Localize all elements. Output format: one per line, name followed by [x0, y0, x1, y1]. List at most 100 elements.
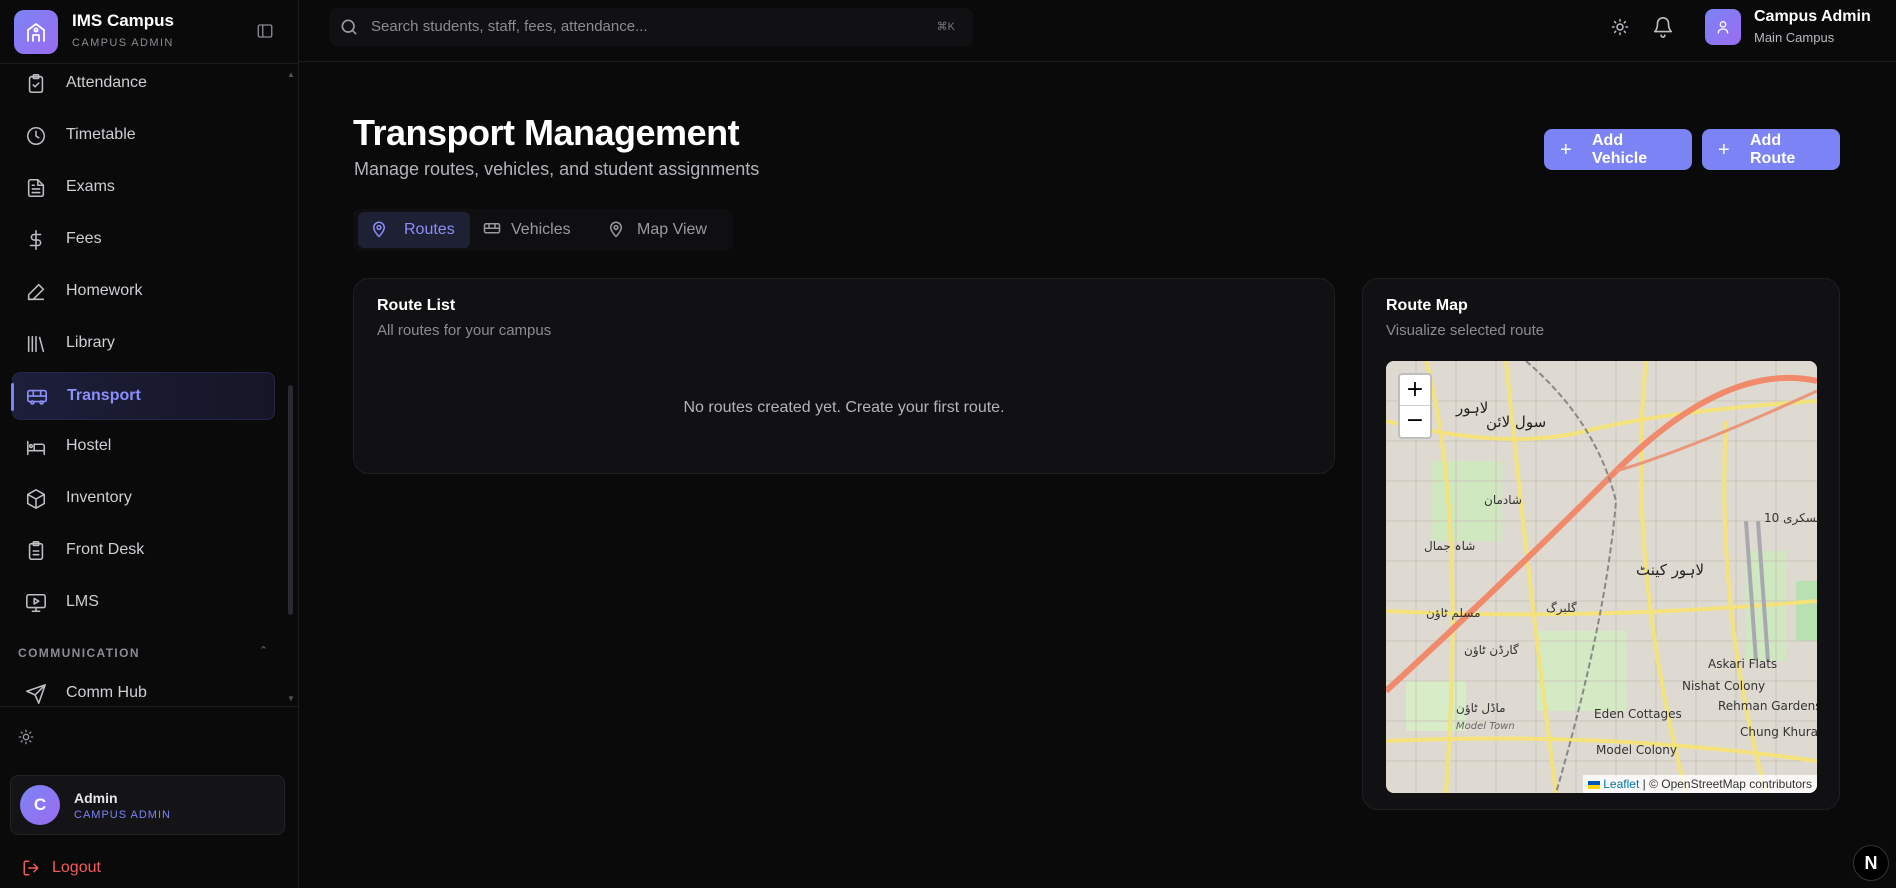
sidebar-item-label: Homework — [66, 282, 143, 299]
pen-icon — [24, 280, 48, 304]
plus-icon: + — [1718, 139, 1730, 161]
bell-icon[interactable] — [1650, 14, 1676, 40]
sidebar-item-lms[interactable]: LMS — [12, 579, 275, 627]
sidebar-item-homework[interactable]: Homework — [12, 268, 275, 316]
sidebar: IMS Campus CAMPUS ADMIN Attendance Timet… — [0, 0, 299, 888]
map-label: لاہور کینٹ — [1636, 561, 1705, 579]
clipboard-check-icon — [24, 72, 48, 96]
scroll-down-arrow[interactable]: ▼ — [287, 694, 295, 703]
tab-label: Vehicles — [511, 221, 571, 238]
osm-attribution: | © OpenStreetMap contributors — [1642, 777, 1812, 791]
sidebar-item-label: Exams — [66, 178, 115, 195]
user-avatar-icon[interactable] — [1705, 9, 1741, 45]
sun-icon[interactable] — [18, 729, 36, 747]
map-zoom-control: + − — [1398, 373, 1432, 439]
app-root: IMS Campus CAMPUS ADMIN Attendance Timet… — [0, 0, 1896, 888]
add-route-button[interactable]: + Add Route — [1702, 129, 1840, 170]
sidebar-collapse-icon[interactable] — [254, 20, 276, 42]
sidebar-item-front-desk[interactable]: Front Desk — [12, 527, 275, 575]
map-pin-icon — [607, 220, 625, 238]
sidebar-item-label: Attendance — [66, 74, 147, 91]
logout-button[interactable]: Logout — [22, 859, 101, 877]
card-subtitle: Visualize selected route — [1386, 322, 1545, 339]
card-title: Route Map — [1386, 297, 1468, 314]
sidebar-item-label: Front Desk — [66, 541, 145, 558]
sidebar-item-label: Comm Hub — [66, 684, 147, 701]
tab-vehicles[interactable]: Vehicles — [471, 212, 583, 248]
sidebar-item-label: Fees — [66, 230, 102, 247]
user-card[interactable]: C Admin CAMPUS ADMIN — [10, 775, 285, 835]
tab-routes[interactable]: Routes — [358, 212, 470, 248]
map-label: Model Colony — [1596, 743, 1677, 757]
package-icon — [24, 487, 48, 511]
sidebar-item-hostel[interactable]: Hostel — [12, 423, 275, 471]
map-label: سول لائن — [1486, 413, 1547, 431]
brand-header: IMS Campus CAMPUS ADMIN — [0, 0, 299, 64]
sidebar-item-inventory[interactable]: Inventory — [12, 475, 275, 523]
zoom-in-button[interactable]: + — [1400, 375, 1430, 406]
map-canvas[interactable]: لاہور سول لائن لاہور کینٹ گلبرگ شادمان ش… — [1386, 361, 1817, 793]
file-text-icon — [24, 176, 48, 200]
zoom-out-button[interactable]: − — [1400, 406, 1430, 437]
avatar: C — [20, 785, 60, 825]
map-label: مسلم ٹاؤن — [1426, 606, 1481, 620]
top-user-name[interactable]: Campus Admin — [1754, 8, 1871, 26]
sidebar-item-label: Inventory — [66, 489, 132, 506]
route-map-card: Route Map Visualize selected route لاہور… — [1362, 278, 1840, 810]
empty-state-message: No routes created yet. Create your first… — [683, 399, 1005, 416]
map-pin-icon — [370, 220, 388, 238]
tab-list: Routes Vehicles Map View — [353, 209, 733, 251]
map-label: Eden Cottages — [1594, 707, 1682, 721]
sidebar-nav: Attendance Timetable Exams Fees Homework… — [0, 66, 299, 704]
card-subtitle: All routes for your campus — [377, 322, 552, 339]
map-label: گلبرگ — [1546, 601, 1577, 615]
user-name: Admin — [74, 790, 118, 806]
sidebar-item-fees[interactable]: Fees — [12, 216, 275, 264]
clock-icon — [24, 124, 48, 148]
section-label: COMMUNICATION — [18, 646, 140, 660]
card-title: Route List — [377, 297, 456, 314]
map-label: Rehman Gardens — [1718, 699, 1817, 713]
search-input[interactable]: Search students, staff, fees, attendance… — [329, 8, 973, 46]
leaflet-link[interactable]: Leaflet — [1603, 777, 1639, 791]
plus-icon: + — [1560, 139, 1572, 161]
sidebar-item-exams[interactable]: Exams — [12, 164, 275, 212]
add-route-label: Add Route — [1750, 131, 1796, 167]
bed-icon — [24, 435, 48, 459]
map-label: ماڈل ٹاؤن — [1456, 701, 1506, 715]
sidebar-item-transport[interactable]: Transport — [11, 372, 275, 420]
tab-map-view[interactable]: Map View — [595, 212, 725, 248]
brand-title: IMS Campus — [72, 11, 175, 30]
map-label: Chung Khurad — [1740, 725, 1817, 739]
add-vehicle-button[interactable]: + Add Vehicle — [1544, 129, 1692, 170]
sidebar-item-attendance[interactable]: Attendance — [12, 66, 275, 108]
nextjs-devtools-icon[interactable]: N — [1853, 845, 1889, 881]
scroll-up-arrow[interactable]: ▲ — [287, 70, 295, 79]
search-placeholder: Search students, staff, fees, attendance… — [371, 18, 648, 35]
map-label: شادمان — [1484, 493, 1522, 507]
bus-icon — [25, 385, 49, 409]
bus-icon — [483, 220, 501, 238]
sidebar-item-label: Library — [66, 334, 115, 351]
library-icon — [24, 332, 48, 356]
sidebar-item-label: LMS — [66, 593, 99, 610]
tab-label: Map View — [637, 221, 707, 238]
sidebar-item-library[interactable]: Library — [12, 320, 275, 368]
theme-toggle-sun-icon[interactable] — [1607, 14, 1633, 40]
logout-icon — [23, 860, 39, 876]
sidebar-item-label: Timetable — [66, 126, 136, 143]
send-icon — [24, 682, 48, 704]
sidebar-scrollbar[interactable] — [288, 385, 293, 615]
dollar-icon — [24, 228, 48, 252]
logout-label: Logout — [52, 859, 101, 876]
route-list-card: Route List All routes for your campus No… — [353, 278, 1335, 474]
topbar: Search students, staff, fees, attendance… — [299, 0, 1896, 62]
sidebar-item-comm-hub[interactable]: Comm Hub — [12, 670, 275, 704]
ukraine-flag-icon — [1588, 780, 1601, 789]
map-label: Nishat Colony — [1682, 679, 1766, 693]
map-attribution: Leaflet | © OpenStreetMap contributors — [1583, 775, 1817, 793]
sidebar-item-timetable[interactable]: Timetable — [12, 112, 275, 160]
section-communication[interactable]: COMMUNICATION ⌃ — [18, 644, 268, 662]
map-label: 10 عسکری — [1764, 511, 1817, 525]
tab-label: Routes — [404, 221, 455, 238]
